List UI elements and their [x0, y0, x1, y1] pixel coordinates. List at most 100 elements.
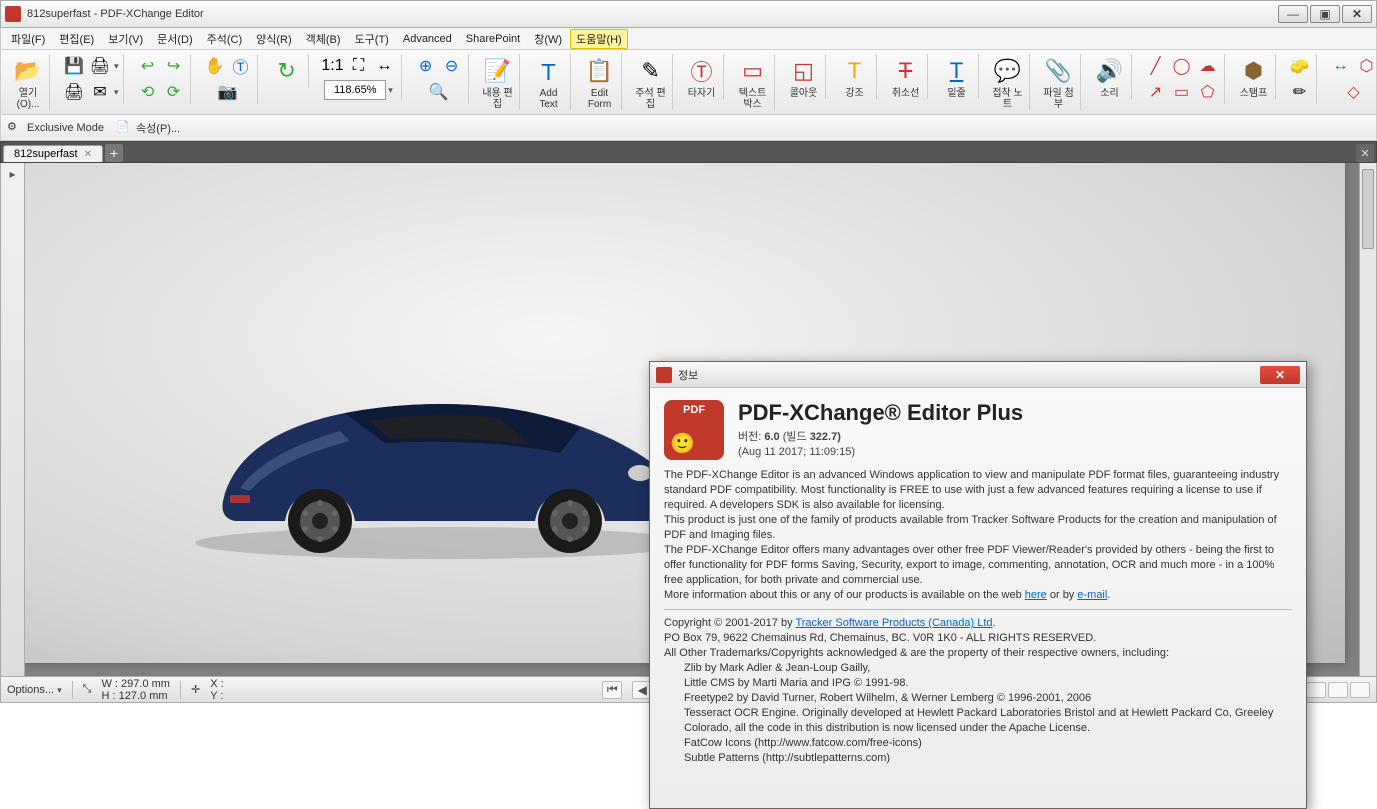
open-icon[interactable]: 📂: [11, 54, 45, 88]
comment-edit-label: 주석 편집: [634, 88, 668, 110]
first-page-button[interactable]: ⏮: [602, 681, 622, 699]
tab-close-icon[interactable]: ✕: [84, 149, 92, 160]
edit-form-icon[interactable]: 📋: [583, 54, 617, 88]
menu-file[interactable]: 파일(F): [5, 29, 51, 49]
typewriter-label: 타자기: [688, 88, 716, 99]
page-dimensions: W : 297.0 mm H : 127.0 mm: [101, 678, 169, 702]
hand-tool-icon[interactable]: ✋: [203, 54, 227, 78]
menu-comment[interactable]: 주석(C): [201, 29, 249, 49]
strike-label: 취소선: [892, 88, 920, 99]
about-link-email[interactable]: e-mail: [1077, 589, 1107, 601]
view-thumbs-button[interactable]: [1350, 682, 1370, 698]
maximize-button[interactable]: ▣: [1310, 5, 1340, 23]
document-tab-label: 812superfast: [14, 148, 78, 160]
stamp-icon[interactable]: ⬢: [1237, 54, 1271, 88]
line-shape-icon[interactable]: ╱: [1144, 54, 1168, 78]
add-text-icon[interactable]: Ｔ: [532, 54, 566, 88]
zoom-input[interactable]: [324, 80, 386, 100]
attach-icon[interactable]: 📎: [1042, 54, 1076, 88]
about-titlebar[interactable]: 정보 ✕: [650, 362, 1306, 388]
menu-help[interactable]: 도움말(H): [570, 29, 628, 49]
distance-icon[interactable]: ↔: [1329, 54, 1353, 78]
attach-label: 파일 첨부: [1042, 88, 1076, 110]
menu-advanced[interactable]: Advanced: [397, 31, 458, 47]
zoom-out-icon[interactable]: ⊖: [440, 54, 464, 78]
about-close-button[interactable]: ✕: [1260, 366, 1300, 384]
about-build-date: (Aug 11 2017; 11:09:15): [738, 446, 1023, 458]
scrollbar-thumb[interactable]: [1362, 169, 1374, 249]
callout-icon[interactable]: ◱: [787, 54, 821, 88]
highlight-icon[interactable]: T: [838, 54, 872, 88]
callout-label: 콜아웃: [790, 88, 818, 99]
typewriter-icon[interactable]: Ⓣ: [685, 54, 719, 88]
menu-window[interactable]: 창(W): [528, 29, 568, 49]
save-icon[interactable]: 💾: [62, 54, 86, 78]
add-tab-button[interactable]: +: [105, 144, 123, 162]
window-close-button[interactable]: ✕: [1342, 5, 1372, 23]
about-app-icon: [656, 367, 672, 383]
document-tab[interactable]: 812superfast ✕: [3, 145, 103, 162]
undo-green-icon[interactable]: ↩: [136, 54, 160, 78]
perimeter-icon[interactable]: ⬡: [1355, 54, 1377, 78]
view-book-button[interactable]: [1328, 682, 1348, 698]
workspace: ▸ All rights reserved – Ferrari S.p.A. v…: [0, 163, 1377, 677]
exclusive-mode-button[interactable]: ⚙ Exclusive Mode: [7, 120, 104, 136]
menu-object[interactable]: 객체(B): [300, 29, 347, 49]
zoom-marquee-icon[interactable]: 🔍: [427, 80, 451, 104]
textbox-label: 텍스트 박스: [736, 88, 770, 110]
window-titlebar: 812superfast - PDF-XChange Editor — ▣ ✕: [0, 0, 1377, 28]
sidebar-toggle-icon[interactable]: ▸: [4, 167, 22, 185]
redo2-icon[interactable]: ⟳: [162, 80, 186, 104]
zoom-width-icon[interactable]: ↔: [373, 54, 397, 78]
properties-label: 속성(P)...: [136, 120, 180, 136]
menu-tools[interactable]: 도구(T): [349, 29, 395, 49]
zoom-dropdown-icon[interactable]: ▾: [388, 85, 393, 96]
menu-format[interactable]: 양식(R): [250, 29, 298, 49]
cloud-shape-icon[interactable]: ☁: [1196, 54, 1220, 78]
page-resize-icon[interactable]: ⤡: [83, 683, 92, 696]
rect-shape-icon[interactable]: ▭: [1170, 80, 1194, 104]
select-text-icon[interactable]: Ⓣ: [229, 54, 253, 78]
eraser-icon[interactable]: 🧽: [1288, 54, 1312, 78]
menu-view[interactable]: 보기(V): [102, 29, 149, 49]
polygon-shape-icon[interactable]: ⬠: [1196, 80, 1220, 104]
comment-edit-icon[interactable]: ✎: [634, 54, 668, 88]
menu-document[interactable]: 문서(D): [151, 29, 199, 49]
undo2-icon[interactable]: ⟲: [136, 80, 160, 104]
snapshot-icon[interactable]: 📷: [216, 80, 240, 104]
redo-green-icon[interactable]: ↪: [162, 54, 186, 78]
zoom-fit-icon[interactable]: ⛶: [347, 54, 371, 78]
dropdown-icon[interactable]: ▾: [114, 61, 119, 72]
tabstrip-close-button[interactable]: ✕: [1356, 144, 1374, 162]
about-link-here[interactable]: here: [1025, 589, 1047, 601]
view-facing-cont-button[interactable]: [1306, 682, 1326, 698]
properties-button[interactable]: 📄 속성(P)...: [116, 120, 180, 136]
options-button[interactable]: Options... ▾: [7, 684, 62, 696]
arrow-shape-icon[interactable]: ↗: [1144, 80, 1168, 104]
content-edit-icon[interactable]: 📝: [481, 54, 515, 88]
dropdown-icon[interactable]: ▾: [114, 87, 119, 98]
sticky-note-icon[interactable]: 💬: [991, 54, 1025, 88]
print2-icon[interactable]: 🖨: [62, 80, 86, 104]
sound-icon[interactable]: 🔊: [1093, 54, 1127, 88]
about-body: PDF PDF-XChange® Editor Plus 버전: 6.0 (빌드…: [650, 388, 1306, 808]
about-link-tracker[interactable]: Tracker Software Products (Canada) Ltd: [795, 617, 992, 629]
print-icon[interactable]: 🖨: [88, 54, 112, 78]
zoom-actual-icon[interactable]: 1:1: [321, 54, 345, 78]
minimize-button[interactable]: —: [1278, 5, 1308, 23]
oval-shape-icon[interactable]: ◯: [1170, 54, 1194, 78]
about-title-text: 정보: [678, 367, 1260, 383]
underline-icon[interactable]: T: [940, 54, 974, 88]
menu-sharepoint[interactable]: SharePoint: [460, 31, 526, 47]
vertical-scrollbar[interactable]: [1359, 163, 1376, 676]
textbox-icon[interactable]: ▭: [736, 54, 770, 88]
zoom-in-icon[interactable]: ⊕: [414, 54, 438, 78]
rotate-icon[interactable]: ↻: [270, 54, 304, 88]
strike-icon[interactable]: T: [889, 54, 923, 88]
email-icon[interactable]: ✉: [88, 80, 112, 104]
menu-edit[interactable]: 편집(E): [53, 29, 100, 49]
secondary-toolbar: ⚙ Exclusive Mode 📄 속성(P)...: [0, 115, 1377, 141]
document-tabstrip: 812superfast ✕ + ✕: [0, 141, 1377, 163]
pencil-icon[interactable]: ✏: [1288, 80, 1312, 104]
area-icon[interactable]: ◇: [1342, 80, 1366, 104]
